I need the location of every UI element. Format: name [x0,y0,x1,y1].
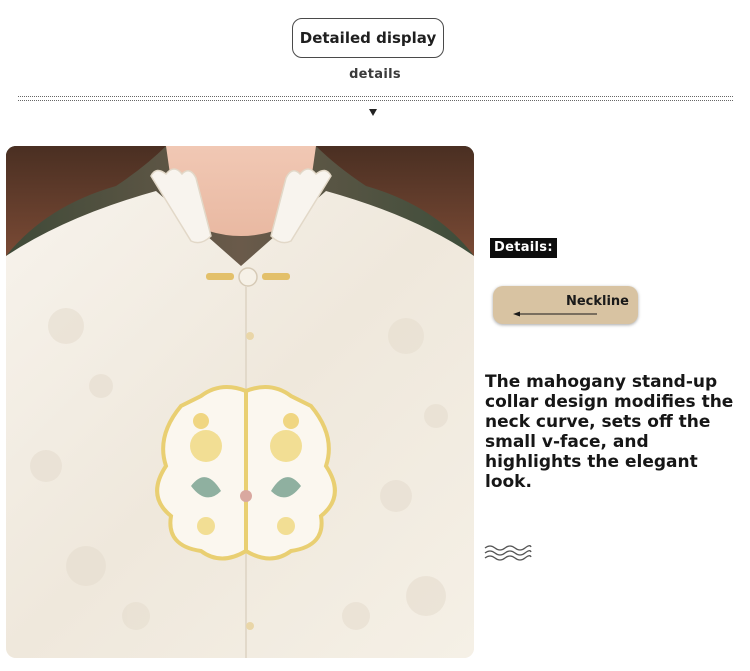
wave-lines-icon [484,545,532,561]
section-subtitle: details [349,67,401,82]
details-tag: Details: [490,238,557,258]
divider [18,96,733,101]
neckline-pill: Neckline [493,286,638,324]
section-title: Detailed display [292,18,444,58]
arrow-left-icon [513,311,597,317]
neckline-label: Neckline [565,294,629,309]
product-photo [6,146,474,658]
triangle-down-icon [369,109,377,116]
detail-description: The mahogany stand-up collar design modi… [485,372,734,492]
